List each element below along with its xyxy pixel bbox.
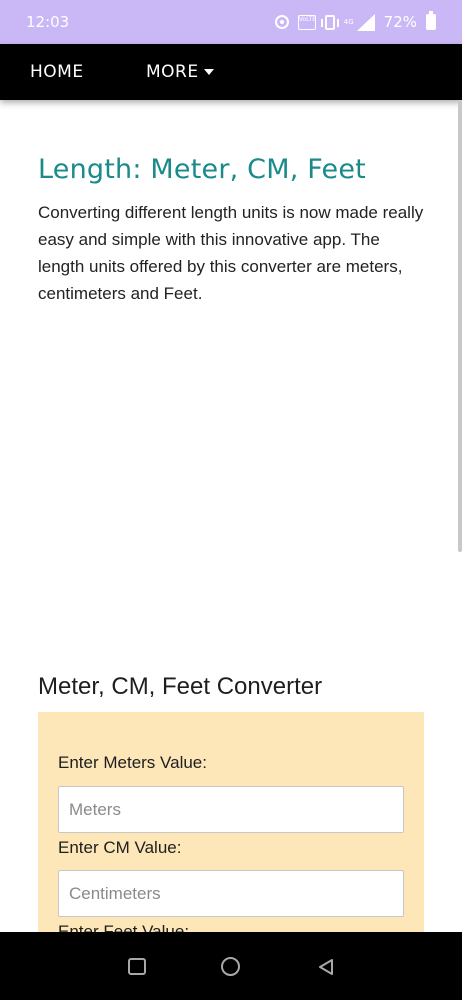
status-icons: VoLTE 4G 72% bbox=[274, 11, 436, 31]
meters-label: Enter Meters Value: bbox=[58, 753, 207, 772]
status-bar: 12:03 VoLTE 4G 72% bbox=[0, 0, 462, 44]
nav-more-dropdown[interactable]: MORE bbox=[146, 62, 214, 82]
home-icon[interactable] bbox=[221, 957, 240, 976]
top-nav-bar: HOME MORE bbox=[0, 44, 462, 100]
cm-input[interactable] bbox=[58, 870, 404, 917]
converter-form: Enter Meters Value: Enter CM Value: Ente… bbox=[38, 712, 424, 942]
caret-down-icon bbox=[203, 69, 214, 75]
signal-icon bbox=[356, 13, 375, 31]
meters-input[interactable] bbox=[58, 786, 404, 833]
vibrate-icon bbox=[320, 14, 339, 30]
recents-icon[interactable] bbox=[128, 958, 146, 975]
nav-home-link[interactable]: HOME bbox=[30, 62, 84, 82]
status-time: 12:03 bbox=[26, 13, 70, 31]
volte-icon: VoLTE bbox=[297, 14, 316, 30]
back-icon[interactable] bbox=[316, 957, 336, 977]
cm-label: Enter CM Value: bbox=[58, 838, 182, 857]
page-scrollbar[interactable] bbox=[458, 100, 462, 552]
page-title: Length: Meter, CM, Feet bbox=[38, 154, 366, 185]
nav-more-label: MORE bbox=[146, 62, 199, 82]
network-type-label: 4G bbox=[343, 18, 354, 26]
battery-percent: 72% bbox=[383, 13, 417, 31]
intro-paragraph: Converting different length units is now… bbox=[38, 203, 424, 303]
battery-icon bbox=[426, 11, 436, 30]
system-nav-bar bbox=[0, 932, 462, 1000]
converter-title: Meter, CM, Feet Converter bbox=[38, 673, 323, 700]
hotspot-icon bbox=[274, 15, 289, 29]
